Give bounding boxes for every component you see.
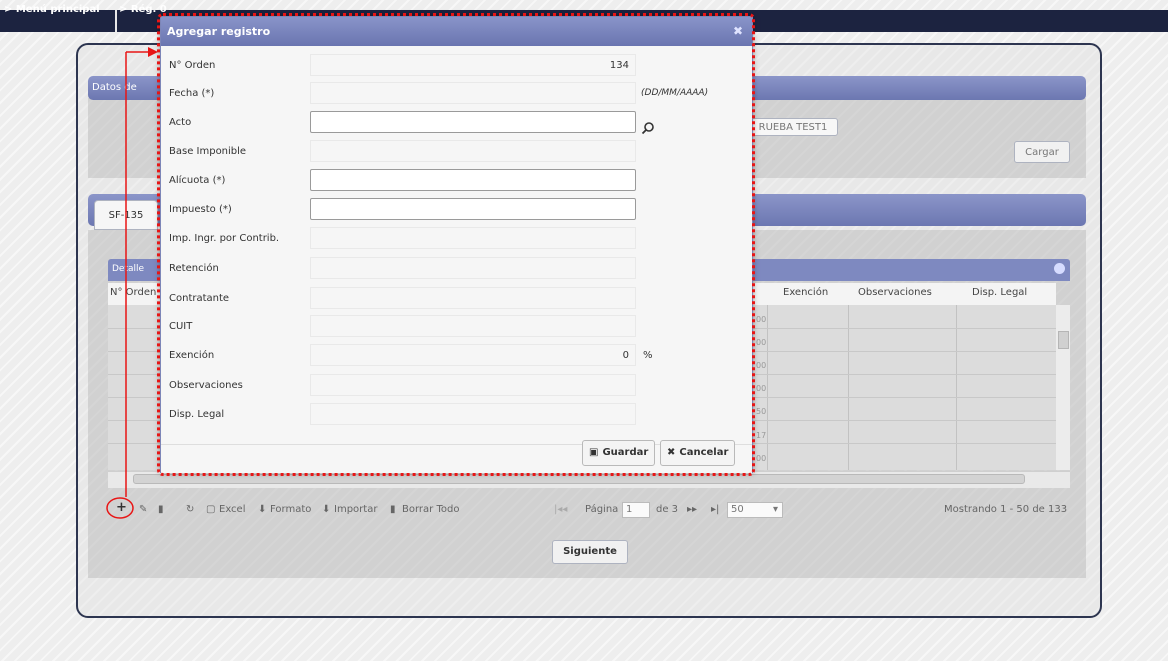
dialog-header: Agregar registro ✖ bbox=[161, 17, 752, 46]
label-disp-legal: Disp. Legal bbox=[169, 409, 225, 420]
imp-ingr-input[interactable] bbox=[310, 227, 636, 249]
close-icon: ✖ bbox=[667, 447, 676, 458]
grid-vertical-scrollbar[interactable] bbox=[1056, 305, 1070, 470]
load-button[interactable]: Cargar bbox=[1014, 141, 1070, 163]
delete-icon[interactable]: ▮ bbox=[158, 504, 164, 515]
label-cuit: CUIT bbox=[169, 321, 193, 332]
floppy-disk-icon: ▣ bbox=[589, 447, 599, 458]
format-icon[interactable]: ⬇ bbox=[258, 504, 266, 515]
label-observaciones: Observaciones bbox=[169, 380, 243, 391]
breadcrumb-menu-principal[interactable]: > Menú principal bbox=[4, 4, 100, 15]
label-exencion: Exención bbox=[169, 350, 215, 361]
last-page-icon[interactable]: ▸| bbox=[711, 504, 719, 515]
breadcrumb-divider bbox=[115, 10, 117, 32]
column-divider bbox=[956, 305, 957, 470]
cell-fragment: 00 bbox=[756, 338, 767, 347]
label-impuesto: Impuesto (*) bbox=[169, 204, 232, 215]
page-label: Página bbox=[585, 504, 619, 515]
import-button[interactable]: Importar bbox=[334, 504, 377, 515]
cell-fragment: 00 bbox=[756, 454, 767, 463]
cell-fragment: 50 bbox=[756, 407, 767, 416]
percent-suffix: % bbox=[643, 350, 653, 361]
add-record-dialog: Agregar registro ✖ N° Orden Fecha (*) (D… bbox=[160, 16, 753, 473]
search-icon[interactable] bbox=[641, 121, 655, 135]
column-divider bbox=[767, 305, 768, 470]
column-disp-legal[interactable]: Disp. Legal bbox=[972, 287, 1027, 298]
next-button[interactable]: Siguiente bbox=[552, 540, 628, 564]
label-fecha: Fecha (*) bbox=[169, 88, 215, 99]
label-orden: N° Orden bbox=[169, 60, 216, 71]
edit-icon[interactable]: ✎ bbox=[139, 504, 147, 515]
page-size-value: 50 bbox=[731, 504, 744, 515]
dialog-title: Agregar registro bbox=[167, 25, 271, 38]
cell-fragment: 00 bbox=[756, 361, 767, 370]
record-count: Mostrando 1 - 50 de 133 bbox=[944, 504, 1068, 515]
import-icon[interactable]: ⬇ bbox=[322, 504, 330, 515]
label-retencion: Retención bbox=[169, 263, 219, 274]
first-page-icon[interactable]: |◂◂ bbox=[554, 504, 567, 515]
exencion-input[interactable] bbox=[310, 344, 636, 366]
highlight-circle bbox=[106, 497, 134, 519]
date-format-hint: (DD/MM/AAAA) bbox=[641, 88, 709, 98]
scrollbar-thumb[interactable] bbox=[1058, 331, 1069, 349]
contratante-input[interactable] bbox=[310, 287, 636, 309]
cell-fragment: 00 bbox=[756, 315, 767, 324]
label-base-imponible: Base Imponible bbox=[169, 146, 247, 157]
excel-icon[interactable]: ▢ bbox=[206, 504, 215, 515]
save-button[interactable]: ▣ Guardar bbox=[582, 440, 656, 466]
data-section-title: Datos de bbox=[92, 82, 137, 93]
retencion-input[interactable] bbox=[310, 257, 636, 279]
column-exencion[interactable]: Exención bbox=[783, 287, 828, 298]
label-imp-ingr: Imp. Ingr. por Contrib. bbox=[169, 233, 280, 244]
page-size-select[interactable]: 50 ▾ bbox=[727, 502, 783, 518]
cuit-input[interactable] bbox=[310, 315, 636, 337]
grid-collapse-icon[interactable] bbox=[1054, 263, 1065, 274]
page-input[interactable]: 1 bbox=[622, 502, 650, 518]
cell-fragment: 17 bbox=[756, 431, 767, 440]
chevron-down-icon: ▾ bbox=[772, 504, 778, 515]
breadcrumb-reg[interactable]: > Rég. 0 bbox=[119, 4, 167, 15]
refresh-icon[interactable]: ↻ bbox=[186, 504, 194, 515]
grid-title: Detalle bbox=[112, 264, 145, 274]
next-page-icon[interactable]: ▸▸ bbox=[687, 504, 697, 515]
save-button-label: Guardar bbox=[602, 447, 649, 458]
label-contratante: Contratante bbox=[169, 293, 230, 304]
clear-all-button[interactable]: Borrar Todo bbox=[402, 504, 459, 515]
observaciones-input[interactable] bbox=[310, 374, 636, 396]
close-icon[interactable]: ✖ bbox=[731, 24, 745, 38]
cell-fragment: 00 bbox=[756, 384, 767, 393]
cancel-button-label: Cancelar bbox=[679, 447, 729, 458]
scrollbar-thumb[interactable] bbox=[133, 474, 1025, 484]
format-button[interactable]: Formato bbox=[270, 504, 311, 515]
column-divider bbox=[848, 305, 849, 470]
column-observaciones[interactable]: Observaciones bbox=[858, 287, 932, 298]
label-alicuota: Alícuota (*) bbox=[169, 175, 226, 186]
impuesto-input[interactable] bbox=[310, 198, 636, 220]
column-orden[interactable]: N° Orden bbox=[110, 287, 156, 298]
alicuota-input[interactable] bbox=[310, 169, 636, 191]
record-name-field: RUEBA TEST1 bbox=[748, 118, 838, 136]
acto-input[interactable] bbox=[310, 111, 636, 133]
tab-sf-135[interactable]: SF-135 bbox=[94, 200, 158, 230]
base-imponible-input[interactable] bbox=[310, 140, 636, 162]
clear-all-icon[interactable]: ▮ bbox=[390, 504, 396, 515]
cancel-button[interactable]: ✖ Cancelar bbox=[660, 440, 736, 466]
orden-input[interactable] bbox=[310, 54, 636, 76]
label-acto: Acto bbox=[169, 117, 192, 128]
fecha-input[interactable] bbox=[310, 82, 636, 104]
page-count-label: de 3 bbox=[656, 504, 679, 515]
disp-legal-input[interactable] bbox=[310, 403, 636, 425]
excel-button[interactable]: Excel bbox=[219, 504, 246, 515]
